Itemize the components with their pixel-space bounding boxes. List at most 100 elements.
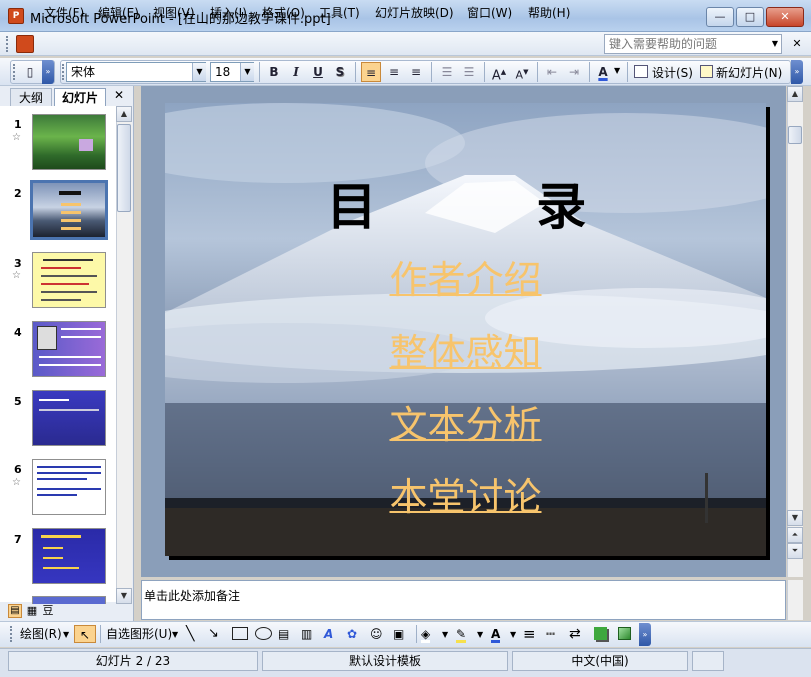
status-design-template[interactable]: 默认设计模板 [262, 651, 508, 671]
next-slide-icon[interactable]: ⏷ [787, 543, 803, 559]
current-slide[interactable]: 目 录 作者介绍 整体感知 文本分析 本堂讨论 [165, 103, 766, 556]
font-size-dropdown-icon[interactable]: ▼ [240, 63, 254, 81]
draw-font-color-dropdown-icon[interactable]: ▼ [510, 630, 516, 639]
slide-thumbnail-8[interactable] [32, 596, 106, 604]
vertical-textbox-icon[interactable]: ▥ [301, 625, 312, 643]
help-dropdown-icon[interactable]: ▼ [768, 35, 782, 53]
new-slide-icon[interactable] [700, 65, 713, 78]
arrow-tool-icon[interactable]: ↘ [208, 625, 219, 643]
minimize-button[interactable]: — [706, 7, 734, 27]
toolbar-options-icon[interactable]: » [791, 60, 803, 84]
slide-thumbnail-3[interactable] [32, 252, 106, 308]
shadow-button[interactable]: S [330, 62, 350, 82]
line-tool-icon[interactable]: ╲ [186, 625, 194, 643]
design-icon[interactable] [634, 65, 648, 78]
font-name-combo[interactable]: 宋体 [66, 62, 206, 82]
previous-slide-icon[interactable]: ⏶ [787, 527, 803, 543]
rectangle-tool-icon[interactable] [232, 627, 248, 640]
font-name-dropdown-icon[interactable]: ▼ [192, 63, 206, 81]
line-style-icon[interactable]: ≡ [523, 625, 536, 643]
align-left-icon[interactable]: ≡ [361, 62, 381, 82]
scroll-thumb[interactable] [117, 124, 131, 212]
clipart-icon[interactable]: ☺ [370, 625, 383, 643]
fill-color-icon[interactable]: ◈ [421, 625, 431, 643]
insert-picture-icon[interactable]: ▣ [393, 625, 404, 643]
toolbar-grip-icon[interactable] [10, 626, 14, 642]
slide-thumbnail-6[interactable] [32, 459, 106, 515]
fill-color-dropdown-icon[interactable]: ▼ [442, 630, 448, 639]
oval-tool-icon[interactable] [255, 627, 272, 640]
line-color-dropdown-icon[interactable]: ▼ [477, 630, 483, 639]
new-slide-button[interactable]: 新幻灯片(N) [716, 64, 782, 81]
underline-button[interactable]: U [308, 62, 328, 82]
autoshapes-button[interactable]: 自选图形(U) [106, 625, 172, 643]
italic-button[interactable]: I [286, 62, 306, 82]
diagram-icon[interactable]: ✿ [347, 625, 357, 643]
select-pointer-icon[interactable]: ↖ [74, 625, 96, 643]
increase-font-size-icon[interactable]: A▲ [489, 62, 509, 83]
slide-thumbnail-7[interactable] [32, 528, 106, 584]
increase-indent-icon[interactable]: ⇥ [564, 62, 584, 82]
powerpoint-app-icon[interactable]: P [8, 8, 24, 24]
design-button[interactable]: 设计(S) [652, 64, 693, 81]
draw-dropdown-icon[interactable]: ▼ [63, 630, 69, 639]
menu-format[interactable]: 格式(O) [262, 4, 305, 21]
slide-scrollbar[interactable] [787, 86, 803, 577]
link-class-discussion[interactable]: 本堂讨论 [165, 466, 766, 521]
slideshow-view-icon[interactable]: 豆 [41, 604, 55, 618]
help-search-input[interactable]: 键入需要帮助的问题 [604, 34, 782, 54]
font-color-icon[interactable]: A [593, 62, 613, 82]
slide-thumbnail-4[interactable] [32, 321, 106, 377]
menu-view[interactable]: 视图(V) [153, 4, 195, 21]
slide-title[interactable]: 目 录 [165, 167, 766, 239]
numbered-list-icon[interactable]: ☰ [437, 62, 457, 82]
shadow-style-icon[interactable] [594, 627, 607, 640]
maximize-button[interactable]: □ [736, 7, 764, 27]
menu-help[interactable]: 帮助(H) [528, 4, 570, 21]
scroll-down-icon[interactable]: ▼ [116, 588, 132, 604]
bold-button[interactable]: B [264, 62, 284, 82]
dash-style-icon[interactable]: ┅ [546, 625, 555, 643]
scroll-up-icon[interactable]: ▲ [116, 106, 132, 122]
notes-pane[interactable]: 单击此处添加备注 [141, 580, 786, 620]
menu-file[interactable]: 文件(F) [44, 4, 84, 21]
textbox-tool-icon[interactable]: ▤ [278, 625, 289, 643]
menu-edit[interactable]: 编辑(E) [98, 4, 139, 21]
close-button[interactable]: ✕ [766, 7, 804, 27]
link-text-analysis[interactable]: 文本分析 [165, 394, 766, 449]
toolbar-grip-icon[interactable] [13, 64, 17, 80]
menu-insert[interactable]: 插入(I) [210, 4, 247, 21]
tab-slides[interactable]: 幻灯片 [54, 88, 106, 106]
link-author-intro[interactable]: 作者介绍 [165, 249, 766, 304]
decrease-indent-icon[interactable]: ⇤ [542, 62, 562, 82]
menu-slideshow[interactable]: 幻灯片放映(D) [375, 4, 454, 21]
scroll-up-icon[interactable]: ▲ [787, 86, 803, 102]
toolbar-options-icon[interactable]: » [639, 623, 651, 646]
new-document-icon[interactable]: ▯ [20, 62, 40, 82]
font-color-dropdown-icon[interactable]: ▼ [614, 66, 620, 75]
toolbar-options-icon[interactable]: » [42, 60, 54, 84]
draw-menu-button[interactable]: 绘图(R) [20, 625, 62, 643]
line-color-icon[interactable]: ✎ [456, 625, 467, 643]
scroll-thumb[interactable] [788, 126, 802, 144]
bullet-list-icon[interactable]: ☰ [459, 62, 479, 82]
align-center-icon[interactable]: ≡ [384, 62, 404, 82]
normal-view-icon[interactable]: ▤ [8, 604, 22, 618]
menu-tools[interactable]: 工具(T) [319, 4, 360, 21]
slide-thumbnail-5[interactable] [32, 390, 106, 446]
draw-font-color-icon[interactable]: A [491, 625, 501, 643]
slide-thumbnail-2[interactable] [30, 180, 108, 240]
tab-outline[interactable]: 大纲 [10, 88, 52, 106]
decrease-font-size-icon[interactable]: A▼ [512, 62, 532, 82]
close-document-icon[interactable]: ✕ [788, 35, 806, 53]
document-menu-icon[interactable] [16, 35, 34, 53]
menu-window[interactable]: 窗口(W) [467, 4, 512, 21]
menubar-grip-icon[interactable] [6, 36, 10, 52]
pane-close-icon[interactable]: ✕ [114, 88, 124, 102]
autoshapes-dropdown-icon[interactable]: ▼ [172, 630, 178, 639]
slide-sorter-view-icon[interactable]: ▦ [25, 604, 39, 618]
3d-style-icon[interactable] [618, 627, 631, 640]
notes-scrollbar[interactable] [787, 580, 803, 620]
arrow-style-icon[interactable]: ⇄ [569, 625, 581, 643]
slide-thumbnail-1[interactable] [32, 114, 106, 170]
